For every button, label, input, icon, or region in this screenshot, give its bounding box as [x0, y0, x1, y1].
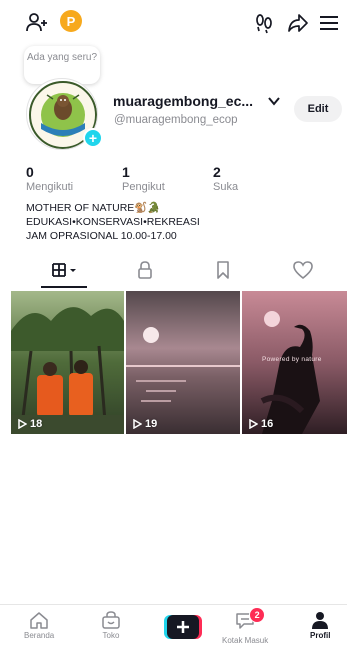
video-grid: 18 19 Powered by nature 16 — [11, 291, 347, 434]
top-bar: P — [0, 0, 347, 44]
play-icon — [249, 419, 258, 429]
views-value: 18 — [30, 418, 43, 430]
add-friend-icon[interactable] — [24, 10, 50, 36]
stat-label: Suka — [213, 181, 239, 193]
username: muaragembong_ec... — [113, 93, 254, 109]
bio-line: EDUKASI•KONSERVASI•REKREASI — [26, 216, 200, 228]
stat-followers[interactable]: 1 Pengikut — [122, 164, 165, 193]
handle: @muaragembong_ecop — [114, 114, 238, 126]
bookmark-icon — [217, 261, 229, 279]
video-thumbnail[interactable]: Powered by nature 16 — [242, 291, 347, 434]
video-thumbnail[interactable]: 19 — [126, 291, 240, 434]
stat-value: 2 — [213, 164, 221, 180]
stat-label: Mengikuti — [26, 181, 74, 193]
heart-icon — [293, 261, 313, 280]
view-count: 18 — [17, 418, 42, 430]
menu-icon[interactable] — [316, 10, 342, 36]
play-icon — [133, 419, 142, 429]
bio-line: MOTHER OF NATURE🐒🐊 — [26, 202, 161, 214]
tab-liked[interactable] — [288, 256, 318, 284]
nav-inbox-label: Kotak Masuk — [222, 636, 269, 645]
profile-icon — [312, 612, 329, 629]
nav-shop-label: Toko — [102, 631, 120, 640]
create-button[interactable] — [164, 615, 202, 639]
bubble-text: Ada yang seru? — [26, 52, 98, 63]
view-count: 16 — [248, 418, 273, 430]
profile-tabs — [0, 256, 347, 288]
tab-videos[interactable] — [50, 256, 80, 284]
stat-label: Pengikut — [122, 181, 165, 193]
coin-icon[interactable]: P — [60, 10, 82, 32]
bottom-nav: Beranda Toko 2 Kotak Masuk Profil — [0, 604, 347, 651]
bio-line: JAM OPRASIONAL 10.00-17.00 — [26, 230, 177, 242]
nav-inbox[interactable]: 2 Kotak Masuk — [222, 607, 269, 645]
views-value: 16 — [261, 418, 274, 430]
play-icon — [18, 419, 27, 429]
nav-profile-label: Profil — [310, 631, 331, 640]
nav-home-label: Beranda — [24, 631, 55, 640]
shop-icon — [102, 611, 120, 629]
add-avatar-button[interactable]: + — [83, 128, 103, 148]
share-icon[interactable] — [285, 10, 311, 36]
coin-label: P — [66, 13, 76, 29]
tab-private[interactable] — [130, 256, 160, 284]
footprint-icon[interactable] — [251, 10, 277, 36]
views-value: 19 — [145, 418, 158, 430]
video-overlay-text: Powered by nature — [262, 356, 322, 363]
nav-home[interactable]: Beranda — [24, 611, 54, 640]
lock-icon — [138, 261, 152, 279]
grid-icon — [52, 263, 76, 277]
nav-profile[interactable]: Profil — [310, 611, 330, 640]
tab-saved[interactable] — [208, 256, 238, 284]
plus-icon — [164, 615, 202, 639]
view-count: 19 — [132, 418, 157, 430]
stat-following[interactable]: 0 Mengikuti — [26, 164, 73, 193]
active-tab-indicator — [41, 286, 87, 288]
nav-shop[interactable]: Toko — [101, 611, 121, 640]
video-thumbnail[interactable]: 18 — [11, 291, 124, 434]
inbox-badge: 2 — [249, 607, 266, 623]
stat-value: 0 — [26, 164, 34, 180]
bio: MOTHER OF NATURE🐒🐊 EDUKASI•KONSERVASI•RE… — [26, 201, 200, 243]
stat-value: 1 — [122, 164, 130, 180]
stat-likes[interactable]: 2 Suka — [213, 164, 238, 193]
home-icon — [30, 612, 48, 629]
edit-profile-button[interactable]: Edit — [294, 96, 342, 122]
chevron-down-icon[interactable] — [267, 95, 281, 107]
